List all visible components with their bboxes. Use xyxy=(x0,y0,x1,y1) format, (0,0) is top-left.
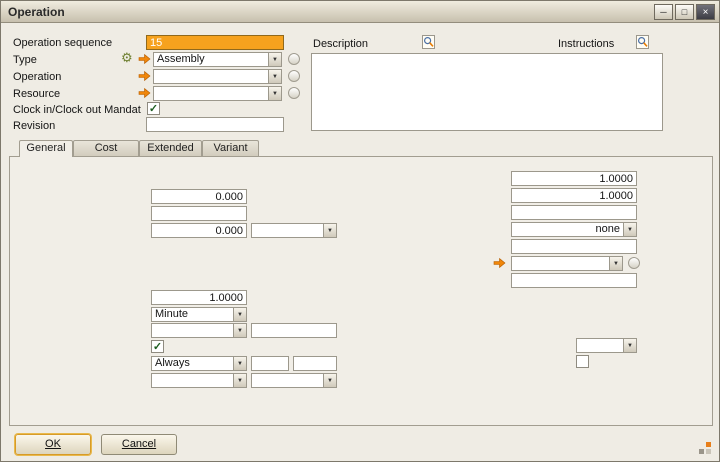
description-notes-textarea[interactable] xyxy=(311,53,663,131)
resource-allocation-extra-input[interactable] xyxy=(251,323,337,338)
value-labor-costs-checkbox[interactable] xyxy=(576,355,589,368)
tab-cost[interactable]: Cost xyxy=(73,140,139,156)
and-only-if-quantity-value: Always xyxy=(152,357,233,370)
link-arrow-icon[interactable] xyxy=(138,70,151,82)
dropdown-arrow-icon: ▼ xyxy=(623,339,636,352)
operation-active-checkbox[interactable]: ✓ xyxy=(151,340,164,353)
operation-window: Operation ─ □ × Operation sequence Type … xyxy=(0,0,720,462)
tab-general[interactable]: General xyxy=(19,140,73,157)
ok-button[interactable]: OK xyxy=(15,434,91,455)
qc-inspection-plan-select[interactable]: ▼ xyxy=(511,256,623,271)
dropdown-arrow-icon: ▼ xyxy=(609,257,622,270)
resource-allocation-select[interactable]: ▼ xyxy=(151,323,247,338)
setup-precalc-input[interactable] xyxy=(151,189,247,204)
link-arrow-icon[interactable] xyxy=(493,257,506,269)
overlap-limit-value: none xyxy=(512,223,623,236)
processing-cost-element-value xyxy=(252,224,323,237)
window-title: Operation xyxy=(8,5,65,19)
scrap-factor-input[interactable] xyxy=(511,239,637,254)
resource-select-value xyxy=(154,87,268,100)
work-steps-input[interactable] xyxy=(511,188,637,203)
revision-label: Revision xyxy=(13,120,55,133)
dropdown-arrow-icon: ▼ xyxy=(623,223,636,236)
choose-from-list-icon[interactable] xyxy=(288,70,300,82)
valid-period-from-select[interactable]: ▼ xyxy=(151,373,247,388)
text-editor-icon[interactable] xyxy=(422,35,435,49)
use-factor-input[interactable] xyxy=(511,171,637,186)
processing-input[interactable] xyxy=(151,223,247,238)
instructions-label: Instructions xyxy=(558,38,614,51)
resize-grip-icon[interactable] xyxy=(699,442,713,456)
type-select-value: Assembly xyxy=(154,53,268,66)
link-arrow-icon[interactable] xyxy=(138,53,151,65)
processing-cost-element-select[interactable]: ▼ xyxy=(251,223,337,238)
resource-select[interactable]: ▼ xyxy=(153,86,282,101)
titlebar[interactable]: Operation ─ □ × xyxy=(1,1,719,23)
overlap-limit-select[interactable]: none ▼ xyxy=(511,222,637,237)
resource-allocation-value xyxy=(152,324,233,337)
checkmark-icon: ✓ xyxy=(149,104,158,114)
tab-variant[interactable]: Variant xyxy=(202,140,259,156)
checkmark-icon: ✓ xyxy=(153,342,162,352)
window-controls: ─ □ × xyxy=(654,4,715,20)
link-arrow-icon[interactable] xyxy=(138,87,151,99)
text-editor-icon[interactable] xyxy=(636,35,649,49)
clock-in-out-label: Clock in/Clock out Mandat xyxy=(13,104,141,117)
quantity-per-time-input[interactable] xyxy=(151,290,247,305)
gear-icon[interactable]: ⚙ xyxy=(121,51,133,64)
dropdown-arrow-icon: ▼ xyxy=(233,374,246,387)
and-only-if-min-input[interactable] xyxy=(251,356,289,371)
dropdown-arrow-icon: ▼ xyxy=(323,374,336,387)
dropdown-arrow-icon: ▼ xyxy=(233,324,246,337)
number-of-payslips-input[interactable] xyxy=(511,273,637,288)
resource-label: Resource xyxy=(13,88,60,101)
and-only-if-quantity-select[interactable]: Always ▼ xyxy=(151,356,247,371)
minimize-button[interactable]: ─ xyxy=(654,4,673,20)
operation-label: Operation xyxy=(13,71,61,84)
dropdown-arrow-icon: ▼ xyxy=(268,53,281,66)
revision-input[interactable] xyxy=(146,117,284,132)
expand-to-cost-elements-value xyxy=(577,339,623,352)
valid-period-from-value xyxy=(152,374,233,387)
maximize-button[interactable]: □ xyxy=(675,4,694,20)
operation-sequence-input[interactable] xyxy=(146,35,284,50)
choose-from-list-icon[interactable] xyxy=(628,257,640,269)
close-button[interactable]: × xyxy=(696,4,715,20)
type-select[interactable]: Assembly ▼ xyxy=(153,52,282,67)
idle-time-input[interactable] xyxy=(511,205,637,220)
dropdown-arrow-icon: ▼ xyxy=(268,70,281,83)
dropdown-arrow-icon: ▼ xyxy=(233,357,246,370)
type-label: Type xyxy=(13,54,37,67)
expand-to-cost-elements-select[interactable]: ▼ xyxy=(576,338,637,353)
valid-period-to-value xyxy=(252,374,323,387)
valid-period-to-select[interactable]: ▼ xyxy=(251,373,337,388)
operation-select[interactable]: ▼ xyxy=(153,69,282,84)
qc-inspection-plan-value xyxy=(512,257,609,270)
time-unit-select[interactable]: Minute ▼ xyxy=(151,307,247,322)
operation-select-value xyxy=(154,70,268,83)
clock-in-out-checkbox[interactable]: ✓ xyxy=(147,102,160,115)
dropdown-arrow-icon: ▼ xyxy=(268,87,281,100)
choose-from-list-icon[interactable] xyxy=(288,53,300,65)
description-label: Description xyxy=(313,38,368,51)
tab-extended[interactable]: Extended xyxy=(139,140,202,156)
and-only-if-max-input[interactable] xyxy=(293,356,337,371)
dropdown-arrow-icon: ▼ xyxy=(323,224,336,237)
dropdown-arrow-icon: ▼ xyxy=(233,308,246,321)
time-unit-value: Minute xyxy=(152,308,233,321)
cancel-button[interactable]: Cancel xyxy=(101,434,177,455)
operation-sequence-label: Operation sequence xyxy=(13,37,112,50)
choose-from-list-icon[interactable] xyxy=(288,87,300,99)
setup-capacity-input[interactable] xyxy=(151,206,247,221)
